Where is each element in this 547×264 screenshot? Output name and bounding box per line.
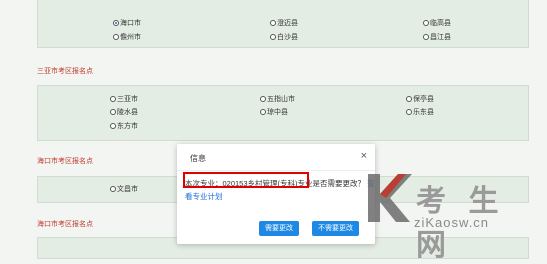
radio-icon [406,109,412,115]
radio-icon [270,34,276,40]
radio-option[interactable]: 三亚市 [110,94,138,104]
radio-option[interactable]: 琼中县 [260,107,288,117]
radio-icon [423,34,429,40]
radio-option[interactable]: 五指山市 [260,94,295,104]
dialog-message-major: 本次专业：020153乡村管理(专科) [185,179,298,188]
dialog-header: 信息 × [177,144,375,171]
radio-icon [110,123,116,129]
dialog-message: 本次专业：020153乡村管理(专科)专业是否需要更改？ 查看专业计划 [185,177,375,203]
radio-icon [110,96,116,102]
dialog-message-question: 专业是否需要更改？ [297,179,366,188]
radio-icon [260,109,266,115]
watermark-url: ziKaosw.cn [414,215,490,230]
section-title-sanya: 三亚市考区报名点 [37,68,93,75]
radio-option[interactable]: 澄迈县 [270,18,298,28]
radio-icon [113,34,119,40]
radio-icon [110,109,116,115]
close-icon[interactable]: × [361,150,367,162]
radio-option[interactable]: 文昌市 [110,184,138,194]
radio-option[interactable]: 临高县 [423,18,451,28]
need-change-button[interactable]: 需要更改 [259,221,299,236]
watermark-logo-icon [368,174,412,222]
section-title-haikou: 海口市考区报名点 [37,158,93,165]
section-title-haikou-2: 海口市考区报名点 [37,221,93,228]
radio-option[interactable]: 乐东县 [406,107,434,117]
radio-icon [406,96,412,102]
radio-icon [423,20,429,26]
radio-option[interactable]: 陵水县 [110,107,138,117]
dialog-title: 信息 [190,154,206,163]
radio-icon [260,96,266,102]
radio-option[interactable]: 东方市 [110,121,138,131]
radio-option[interactable]: 昌江县 [423,32,451,42]
radio-option[interactable]: 保亭县 [406,94,434,104]
radio-option[interactable]: 海口市 [113,18,141,28]
radio-checked-icon [113,20,119,26]
radio-icon [270,20,276,26]
radio-option[interactable]: 白沙县 [270,32,298,42]
radio-option[interactable]: 儋州市 [113,32,141,42]
radio-icon [110,186,116,192]
no-change-button[interactable]: 不需要更改 [312,221,359,236]
